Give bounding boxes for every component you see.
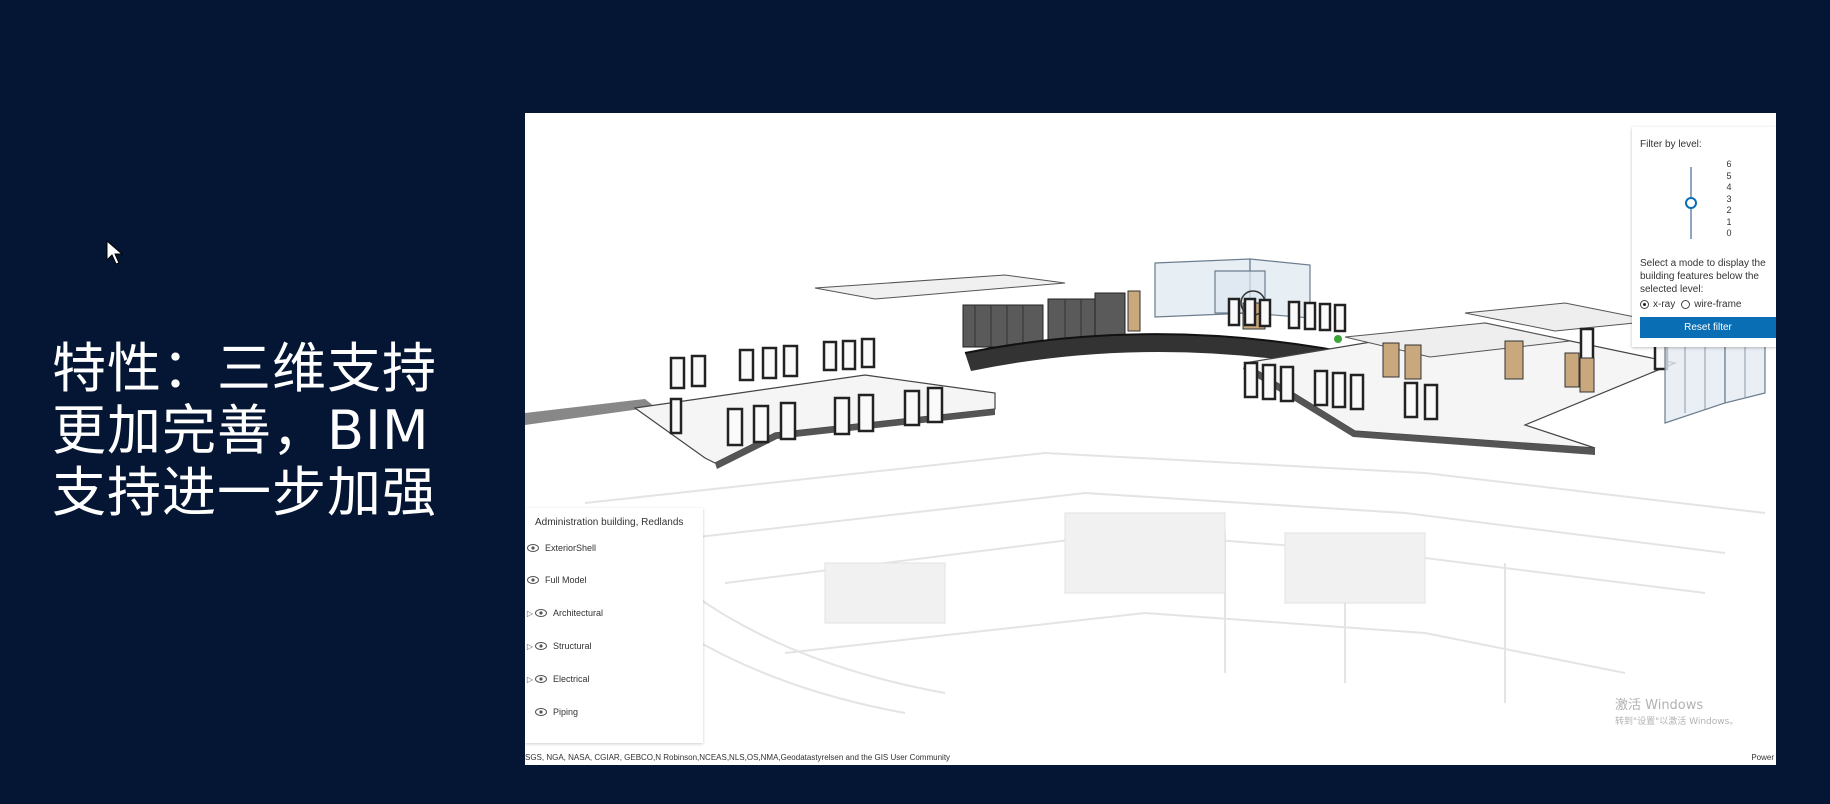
level-label: 2 <box>1726 205 1732 215</box>
filter-title: Filter by level: <box>1640 139 1702 150</box>
powered-by-link[interactable]: Power <box>1751 751 1774 765</box>
watermark-title: 激活 Windows <box>1615 698 1704 713</box>
mouse-cursor-icon <box>106 240 124 265</box>
expand-chevron-icon[interactable]: ▷ <box>525 609 535 618</box>
layer-label: Structural <box>553 641 592 651</box>
layer-label: Full Model <box>545 575 587 585</box>
layer-item-full-model[interactable]: Full Model <box>527 572 587 588</box>
attribution-text: SGS, NGA, NASA, CGIAR, GEBCO,N Robinson,… <box>525 753 951 762</box>
scene-viewer[interactable]: Filter by level: 6 5 4 3 2 1 0 Select a … <box>525 113 1776 765</box>
headline-line-3: 支持进一步加强 <box>52 461 437 524</box>
layer-list-panel: Administration building, Redlands Exteri… <box>525 508 703 743</box>
layer-item-exteriorshell[interactable]: ExteriorShell <box>527 540 596 556</box>
wireframe-label[interactable]: wire-frame <box>1694 299 1741 310</box>
eye-icon[interactable] <box>527 576 539 584</box>
headline-line-1: 特性：三维支持 <box>52 337 437 400</box>
layer-list-title: Administration building, Redlands <box>535 517 684 528</box>
eye-icon[interactable] <box>535 675 547 683</box>
level-label: 1 <box>1726 216 1732 227</box>
expand-chevron-icon[interactable]: ▷ <box>525 675 535 684</box>
layer-label: Architectural <box>553 608 604 618</box>
layer-label: ExteriorShell <box>545 543 597 553</box>
eye-icon[interactable] <box>527 544 539 552</box>
wireframe-radio[interactable] <box>1681 300 1691 309</box>
reset-filter-button[interactable]: Reset filter <box>1640 317 1776 338</box>
layer-item-electrical[interactable]: ▷ Electrical <box>525 671 590 687</box>
eye-icon[interactable] <box>535 609 547 617</box>
building-3d-model[interactable] <box>525 113 1776 765</box>
eye-icon[interactable] <box>535 642 547 650</box>
layer-item-piping[interactable]: Piping <box>535 704 578 720</box>
xray-label[interactable]: x-ray <box>1653 299 1675 310</box>
level-label: 3 <box>1726 193 1732 204</box>
level-label: 6 <box>1726 159 1732 169</box>
map-attribution: SGS, NGA, NASA, CGIAR, GEBCO,N Robinson,… <box>525 751 1776 765</box>
headline-line-2: 更加完善，BIM <box>52 399 430 462</box>
level-slider[interactable] <box>1684 167 1698 241</box>
level-label: 5 <box>1726 170 1732 181</box>
windows-activation-watermark: 激活 Windows 转到"设置"以激活 Windows。 <box>1615 698 1738 730</box>
level-label: 4 <box>1726 182 1732 192</box>
watermark-subtitle: 转到"设置"以激活 Windows。 <box>1615 717 1739 727</box>
xray-radio[interactable] <box>1640 300 1649 309</box>
mode-radio-group: x-ray wire-frame <box>1640 299 1741 310</box>
slide-headline: 特性：三维支持 更加完善，BIM 支持进一步加强 <box>52 338 492 524</box>
expand-chevron-icon[interactable]: ▷ <box>525 642 535 651</box>
layer-item-structural[interactable]: ▷ Structural <box>525 638 592 654</box>
layer-label: Electrical <box>553 674 590 684</box>
layer-item-architectural[interactable]: ▷ Architectural <box>525 605 603 621</box>
layer-label: Piping <box>553 707 579 717</box>
level-filter-panel: Filter by level: 6 5 4 3 2 1 0 Select a … <box>1632 127 1776 347</box>
level-labels: 6 5 4 3 2 1 0 <box>1719 159 1739 240</box>
level-label: 0 <box>1726 228 1732 238</box>
mode-description: Select a mode to display the building fe… <box>1640 258 1766 295</box>
eye-icon[interactable] <box>535 708 547 716</box>
slider-thumb[interactable] <box>1685 197 1697 209</box>
